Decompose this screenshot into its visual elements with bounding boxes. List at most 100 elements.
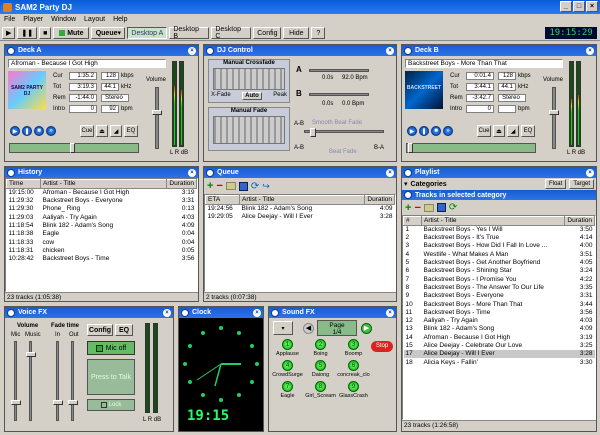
close-icon[interactable]: × <box>253 308 261 317</box>
close-icon[interactable]: × <box>163 308 171 317</box>
open-folder-icon[interactable] <box>423 203 434 212</box>
fade-in-slider[interactable] <box>53 341 63 421</box>
lock-button[interactable]: Lock <box>87 399 135 411</box>
deck-a-pitch-slider[interactable] <box>309 69 369 72</box>
manual-fade-sliders[interactable] <box>213 116 285 144</box>
sound-fx-header[interactable]: Sound FX × <box>269 307 396 318</box>
help-button[interactable]: ? <box>311 27 326 39</box>
history-row[interactable]: 19:15:00 Afroman - Because I Got High 3:19 <box>7 189 197 198</box>
deck-b-volume-slider[interactable] <box>549 87 559 149</box>
playlist-row[interactable]: 17 Alice Deejay - Will I Ever 3:28 <box>403 350 595 359</box>
save-icon[interactable] <box>238 181 248 191</box>
remove-icon[interactable]: − <box>216 180 222 192</box>
sound-pad-button-icon[interactable]: 6 <box>348 360 359 371</box>
next-page-button[interactable]: ▶ <box>361 323 372 334</box>
deck-a-cue-button[interactable]: Cue <box>80 125 94 137</box>
history-row[interactable]: 11:29:32 Backstreet Boys - Everyone 3:31 <box>7 197 197 205</box>
close-icon[interactable]: × <box>188 46 196 55</box>
hide-button[interactable]: Hide <box>283 27 310 39</box>
history-row[interactable]: 10:28:42 Backstreet Boys - Time 3:56 <box>7 255 197 263</box>
deck-a-header[interactable]: Deck A × <box>5 45 198 56</box>
add-icon[interactable]: + <box>405 202 411 214</box>
playlist-row[interactable]: 18 Alicia Keys - Fallin' 3:30 <box>404 358 595 366</box>
playlist-row[interactable]: 13 Blink 182 - Adam's Song 4:09 <box>404 325 595 333</box>
tab-desktop-a[interactable]: Desktop A <box>127 27 168 39</box>
close-icon[interactable]: × <box>386 46 394 55</box>
deck-a-volume-knob[interactable] <box>152 110 162 115</box>
deck-a-pause-button[interactable]: ❚ <box>22 126 32 136</box>
fade-out-slider[interactable] <box>68 341 78 421</box>
sound-pad[interactable]: 6 concreak_clo <box>337 360 370 378</box>
save-icon[interactable] <box>436 203 446 212</box>
queue-col-duration[interactable]: Duration <box>364 195 395 205</box>
playlist-row[interactable]: 12 Aaliyah - Try Again 4:03 <box>404 317 595 325</box>
deck-b-eject-button[interactable]: ⏏ <box>493 125 505 137</box>
pause-icon[interactable]: ❚❚ <box>17 27 38 39</box>
deck-a-stop-button[interactable]: ■ <box>34 126 44 136</box>
deck-b-cue-toggle-button[interactable]: ◢ <box>507 125 519 137</box>
close-icon[interactable]: × <box>386 308 394 317</box>
sound-pad-button-icon[interactable]: 3 <box>348 339 359 350</box>
music-volume-knob[interactable] <box>26 352 36 357</box>
close-icon[interactable]: × <box>586 46 594 55</box>
categories-dropdown-icon[interactable]: ▾ <box>404 180 408 188</box>
sound-pad[interactable]: 7 Eagle <box>271 381 304 399</box>
menu-window[interactable]: Window <box>51 16 76 23</box>
sound-pad[interactable]: 2 Boing <box>304 339 337 357</box>
sound-pad-button-icon[interactable]: 5 <box>315 360 326 371</box>
voice-fx-header[interactable]: Voice FX × <box>5 307 173 318</box>
history-row[interactable]: 11:18:33 cow 0:04 <box>7 238 197 246</box>
mute-button[interactable]: Mute <box>53 27 90 39</box>
sound-pad[interactable]: 9 GlassCrash <box>337 381 370 399</box>
playlist-row[interactable]: 14 Afroman - Because I Got High 3:19 <box>404 334 595 342</box>
deck-b-pitch-slider[interactable] <box>309 93 369 96</box>
deck-a-volume-slider[interactable] <box>152 87 162 149</box>
close-button[interactable]: × <box>586 1 598 12</box>
queue-dropdown[interactable]: Queue ▾ <box>91 27 126 39</box>
target-button[interactable]: Target <box>569 179 594 189</box>
deck-b-next-button[interactable]: » <box>443 126 453 136</box>
queue-row[interactable]: 19:24:56 Blink 182 - Adam's Song 4:09 <box>206 205 395 214</box>
music-volume-slider[interactable] <box>26 341 36 421</box>
voice-eq-button[interactable]: EQ <box>115 324 133 336</box>
voice-config-button[interactable]: Config <box>87 324 113 336</box>
deck-a-position-knob[interactable] <box>70 143 75 153</box>
history-col-time[interactable]: Time <box>6 179 41 189</box>
queue-col-title[interactable]: Artist - Title <box>238 195 366 205</box>
crossfade-eq-sliders[interactable] <box>213 68 285 90</box>
playlist-row[interactable]: 9 Backstreet Boys - Everyone 3:31 <box>404 292 595 300</box>
deck-b-volume-knob[interactable] <box>549 110 559 115</box>
deck-a-eq-button[interactable]: EQ <box>124 125 138 137</box>
maximize-button[interactable]: □ <box>573 1 585 12</box>
menu-file[interactable]: File <box>4 16 15 23</box>
clock-header[interactable]: Clock × <box>179 307 263 318</box>
playlist-col-title[interactable]: Artist - Title <box>420 216 566 226</box>
sound-pad-button-icon[interactable]: 9 <box>348 381 359 392</box>
deck-a-cue-toggle-button[interactable]: ◢ <box>110 125 122 137</box>
sound-pad[interactable]: 5 Daiong <box>304 360 337 378</box>
menu-help[interactable]: Help <box>113 16 127 23</box>
playlist-header[interactable]: Playlist × <box>402 167 596 178</box>
mic-volume-knob[interactable] <box>11 400 21 405</box>
playlist-row[interactable]: 5 Backstreet Boys - Get Another Boyfriend… <box>404 259 595 267</box>
refresh-icon[interactable]: ⟳ <box>449 202 457 213</box>
tab-desktop-b[interactable]: Desktop B <box>169 26 210 40</box>
deck-a-eject-button[interactable]: ⏏ <box>96 125 108 137</box>
playlist-row[interactable]: 7 Backstreet Boys - I Promise You 4:22 <box>404 275 595 283</box>
mic-off-button[interactable]: Mic off <box>87 341 135 355</box>
playlist-row[interactable]: 8 Backstreet Boys - The Answer To Our Lif… <box>404 284 595 292</box>
history-row[interactable]: 11:18:31 chicken 0:05 <box>7 247 197 255</box>
refresh-icon[interactable]: ⟳ <box>251 181 259 192</box>
add-icon[interactable]: + <box>207 180 213 192</box>
crossfader-slider[interactable] <box>304 128 384 137</box>
deck-b-stop-button[interactable]: ■ <box>431 126 441 136</box>
history-row[interactable]: 11:18:38 Eagle 0:04 <box>7 230 197 238</box>
deck-a-play-button[interactable]: ▶ <box>10 126 20 136</box>
history-col-title[interactable]: Artist - Title <box>39 179 168 189</box>
history-list[interactable]: Time Artist - Title Duration 19:15:00 Afrom… <box>5 178 198 292</box>
deck-a-next-button[interactable]: » <box>46 126 56 136</box>
history-row[interactable]: 11:29:03 Aaliyah - Try Again 4:03 <box>7 214 197 222</box>
float-button[interactable]: Float <box>544 179 567 189</box>
sound-pad-button-icon[interactable]: 1 <box>282 339 293 350</box>
deck-b-eq-button[interactable]: EQ <box>521 125 535 137</box>
